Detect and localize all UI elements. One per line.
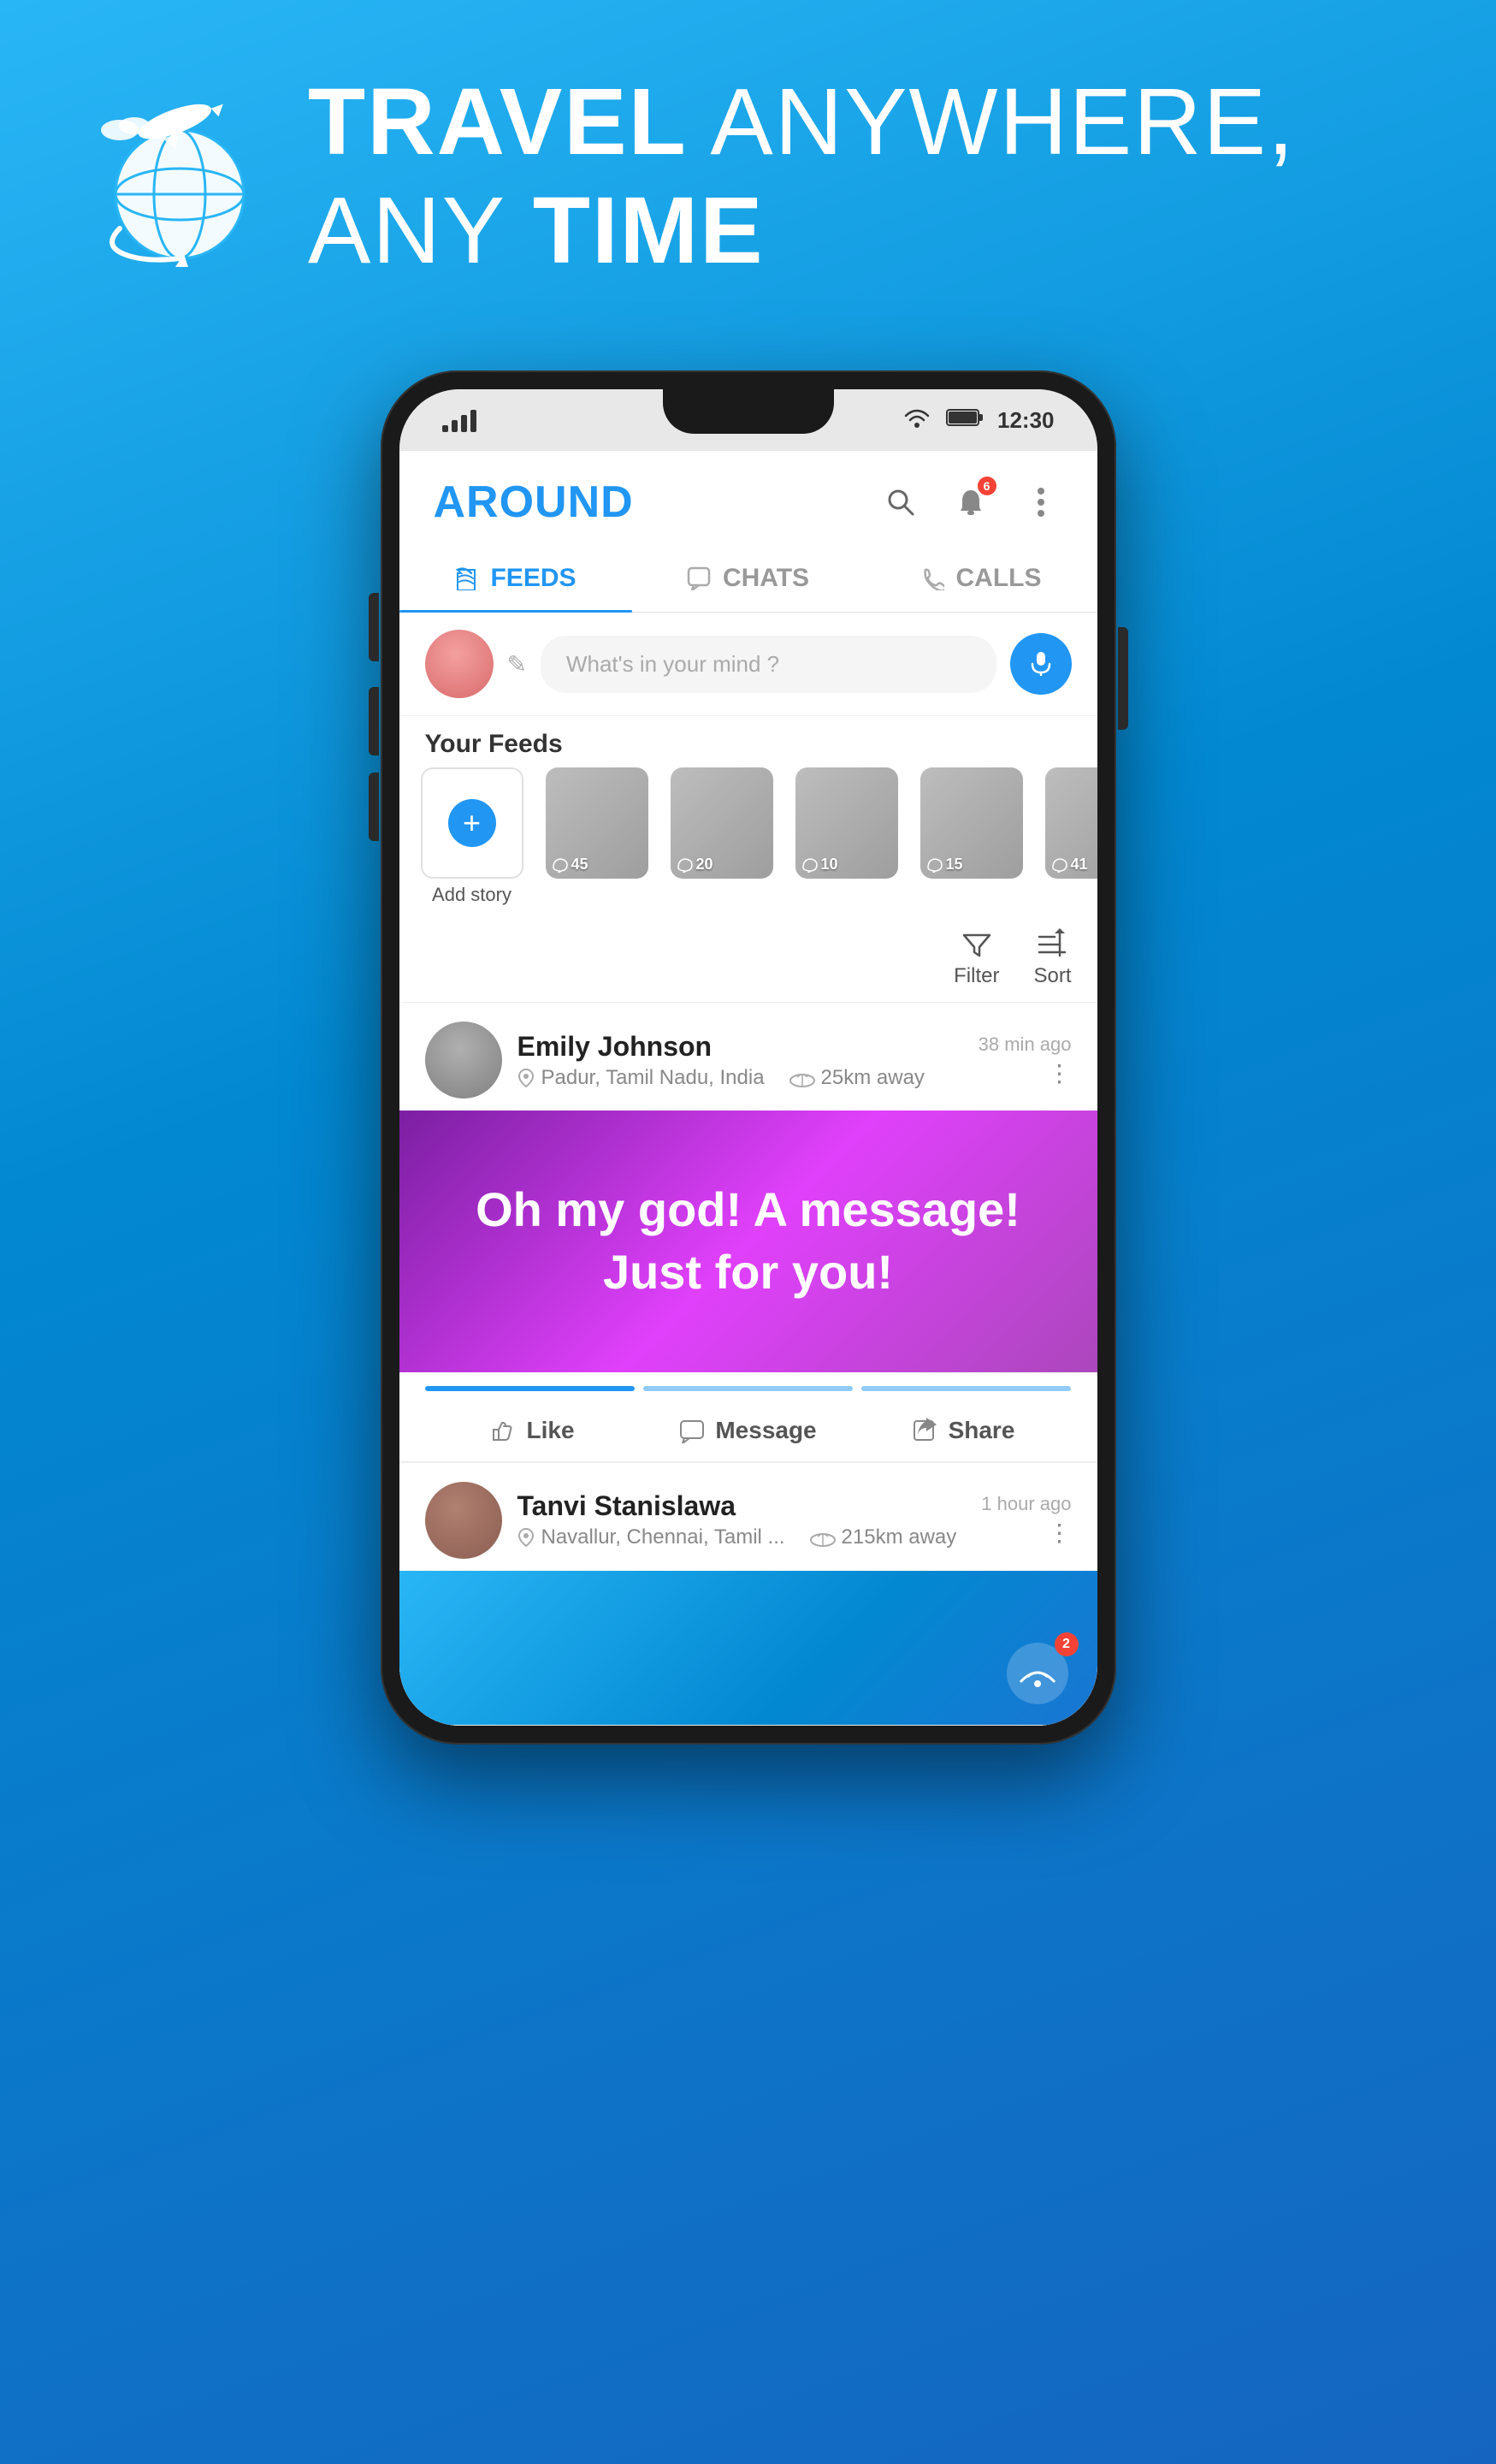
story-count-5: 41	[1052, 856, 1088, 874]
wifi-icon	[902, 406, 932, 435]
filter-button[interactable]: Filter	[954, 928, 999, 988]
post-actions-1: Like Message	[399, 1405, 1097, 1462]
story-count-1: 45	[553, 856, 588, 874]
app-content: AROUND 6	[399, 451, 1097, 1726]
phone-device: 12:30 AROUND	[381, 370, 1116, 1744]
post-location-2: Navallur, Chennai, Tamil ... 215km away	[517, 1525, 967, 1549]
post-header-1: Emily Johnson Padur, Tamil Nadu, India	[399, 1003, 1097, 1111]
more-options-button[interactable]	[1019, 480, 1063, 524]
post-more-button-2[interactable]: ⋮	[1048, 1519, 1072, 1547]
post-meta-1: 38 min ago ⋮	[979, 1034, 1072, 1087]
progress-bar-3	[861, 1386, 1071, 1391]
post-time-1: 38 min ago	[979, 1034, 1072, 1056]
story-thumb-2[interactable]: 20	[671, 767, 773, 879]
tab-feeds[interactable]: FEEDS	[399, 545, 632, 612]
post-input-bar: ✎ What's in your mind ?	[399, 613, 1097, 716]
feeds-section-label: Your Feeds	[399, 716, 1097, 767]
post-message-1: Oh my god! A message! Just for you!	[451, 1179, 1046, 1304]
tab-calls-label: CALLS	[956, 564, 1042, 593]
story-thumb-1[interactable]: 45	[546, 767, 648, 879]
story-thumb-5[interactable]: 41	[1045, 767, 1097, 879]
status-bar: 12:30	[399, 389, 1097, 451]
distance-badge-1: 25km away	[789, 1066, 925, 1090]
post-user-info-2: Tanvi Stanislawa Navallur, Chennai, Tami…	[517, 1490, 967, 1549]
power-button	[1118, 627, 1128, 730]
search-button[interactable]	[878, 480, 923, 524]
notch	[663, 389, 834, 434]
post-avatar-1	[425, 1022, 502, 1099]
filter-sort-row: Filter Sort	[399, 920, 1097, 1003]
story-item-4[interactable]: 15	[916, 767, 1027, 906]
like-button[interactable]: Like	[425, 1417, 641, 1444]
post-card-1: Emily Johnson Padur, Tamil Nadu, India	[399, 1003, 1097, 1463]
phone-screen: 12:30 AROUND	[399, 389, 1097, 1726]
current-user-avatar	[425, 630, 494, 698]
post-meta-2: 1 hour ago ⋮	[981, 1493, 1071, 1547]
post-input-placeholder[interactable]: What's in your mind ?	[541, 636, 996, 693]
post-content-1: Oh my god! A message! Just for you!	[399, 1111, 1097, 1372]
tabs-bar: FEEDS CHATS CALLS	[399, 545, 1097, 613]
story-count-2: 20	[677, 856, 713, 874]
status-right: 12:30	[902, 406, 1055, 435]
app-header: AROUND 6	[399, 451, 1097, 528]
story-thumb-4[interactable]: 15	[920, 767, 1023, 879]
story-item-2[interactable]: 20	[666, 767, 778, 906]
progress-bars	[399, 1372, 1097, 1405]
add-story-label: Add story	[432, 884, 511, 906]
mic-button[interactable]	[1010, 633, 1072, 695]
volume-down-button	[369, 687, 379, 755]
sort-button[interactable]: Sort	[1033, 928, 1071, 988]
add-story-circle[interactable]: +	[448, 799, 496, 847]
filter-label: Filter	[954, 964, 999, 988]
header-icons: 6	[878, 480, 1063, 524]
header-text: TRAVEL ANYWHERE, ANY TIME	[308, 68, 1296, 285]
status-left	[442, 408, 476, 432]
tab-calls[interactable]: CALLS	[865, 545, 1097, 612]
tab-feeds-label: FEEDS	[490, 564, 576, 593]
story-count-3: 10	[802, 856, 838, 874]
notification-button[interactable]: 6	[949, 480, 993, 524]
volume-up-button	[369, 593, 379, 661]
silent-button	[369, 773, 379, 841]
post-more-button-1[interactable]: ⋮	[1048, 1059, 1072, 1087]
post-header-2: Tanvi Stanislawa Navallur, Chennai, Tami…	[399, 1463, 1097, 1571]
tab-chats-label: CHATS	[723, 564, 809, 593]
time-display: 12:30	[997, 407, 1055, 434]
story-thumb-3[interactable]: 10	[795, 767, 898, 879]
app-logo-icon	[86, 83, 274, 271]
progress-bar-2	[643, 1386, 853, 1391]
post-username-1: Emily Johnson	[517, 1031, 963, 1063]
notification-badge: 6	[978, 477, 996, 495]
app-title: AROUND	[434, 477, 634, 528]
progress-bar-1	[425, 1386, 635, 1391]
story-count-4: 15	[927, 856, 963, 874]
add-story-item[interactable]: + Add story	[417, 767, 528, 906]
share-button[interactable]: Share	[856, 1417, 1072, 1444]
post-card-2: Tanvi Stanislawa Navallur, Chennai, Tami…	[399, 1463, 1097, 1726]
post-content-2: 2	[399, 1571, 1097, 1725]
edit-icon: ✎	[507, 650, 527, 678]
message-button[interactable]: Message	[641, 1417, 856, 1444]
stories-row: + Add story 45	[399, 767, 1097, 920]
post-username-2: Tanvi Stanislawa	[517, 1490, 967, 1522]
post-user-info-1: Emily Johnson Padur, Tamil Nadu, India	[517, 1031, 963, 1090]
story-item-1[interactable]: 45	[541, 767, 653, 906]
post-badge-2: 2	[1003, 1639, 1072, 1708]
sort-label: Sort	[1033, 964, 1071, 988]
add-story-thumb[interactable]: +	[421, 767, 523, 879]
distance-badge-2: 215km away	[809, 1525, 957, 1549]
top-header: TRAVEL ANYWHERE, ANY TIME	[0, 0, 1496, 336]
battery-icon	[946, 406, 984, 435]
post-location-1: Padur, Tamil Nadu, India 25km away	[517, 1066, 963, 1090]
post-time-2: 1 hour ago	[981, 1493, 1071, 1515]
post-avatar-2	[425, 1482, 502, 1559]
story-item-3[interactable]: 10	[791, 767, 902, 906]
signal-icon	[442, 408, 476, 432]
badge-count: 2	[1055, 1632, 1079, 1656]
story-item-5[interactable]: 41	[1041, 767, 1097, 906]
tab-chats[interactable]: CHATS	[632, 545, 865, 612]
